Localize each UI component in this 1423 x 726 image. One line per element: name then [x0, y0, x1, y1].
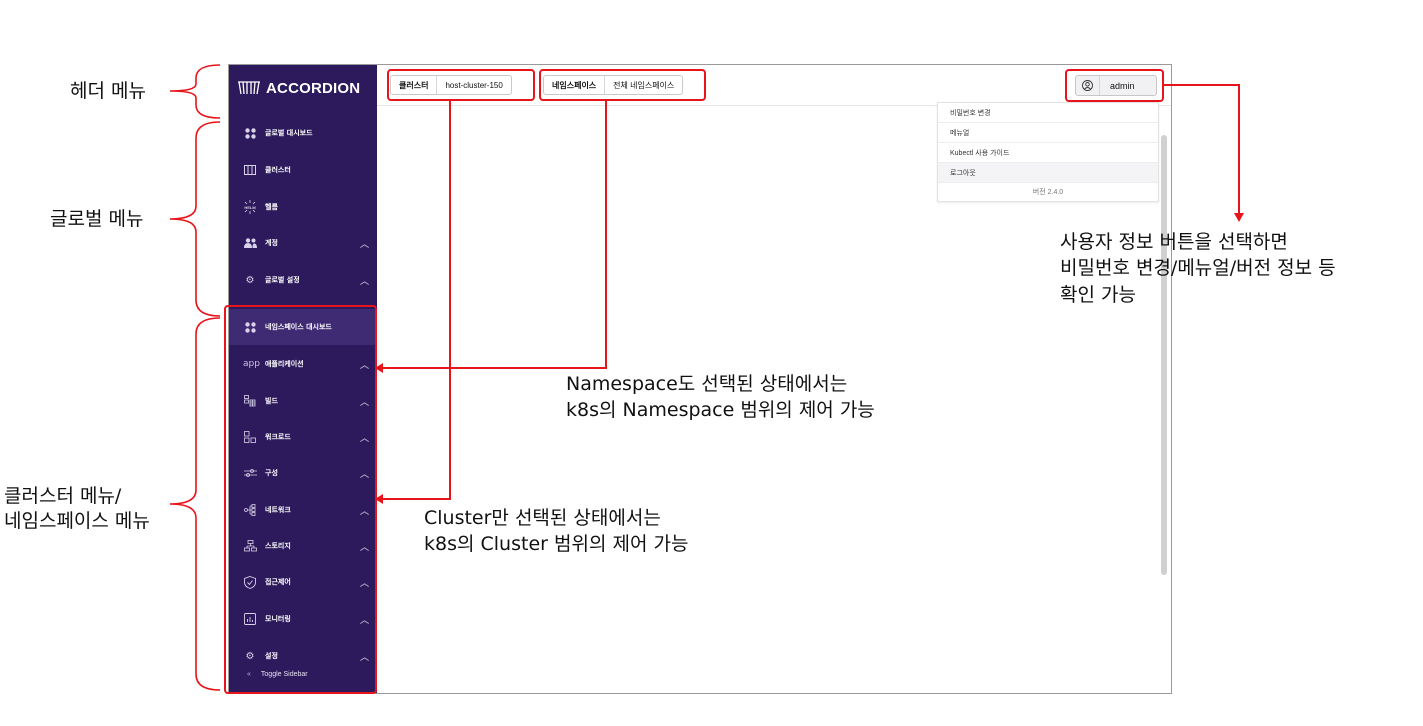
arrow-left-icon [375, 494, 383, 504]
scrollbar[interactable] [1161, 135, 1167, 575]
logo-text: ACCORDION [266, 79, 361, 97]
annotation-header-menu: 헤더 메뉴 [70, 80, 146, 102]
annotation-cluster-ns-menu-2: 네임스페이스 메뉴 [4, 510, 150, 532]
annotation-user-info-1: 사용자 정보 버튼을 선택하면 [1060, 231, 1288, 253]
annotation-box-cluster-ns-menu [224, 305, 377, 694]
menu-item-manual[interactable]: 메뉴얼 [938, 123, 1158, 143]
annotation-global-menu: 글로벌 메뉴 [50, 208, 144, 230]
menu-item-change-password[interactable]: 비밀번호 변경 [938, 103, 1158, 123]
annotation-user-info-3: 확인 가능 [1060, 284, 1136, 306]
annotation-box-cluster-selector [387, 69, 535, 101]
connector-line [605, 101, 607, 369]
connector-line [382, 367, 607, 369]
arrow-down-icon [1234, 213, 1244, 222]
helm-icon: HELM [243, 200, 257, 214]
connector-line [449, 101, 451, 500]
menu-item-kubectl-guide[interactable]: Kubectl 사용 가이드 [938, 143, 1158, 163]
users-icon [243, 236, 257, 250]
annotation-box-namespace-selector [539, 69, 706, 101]
connector-line [382, 498, 451, 500]
sidebar-item-label: 글로벌 대시보드 [265, 129, 313, 137]
chevron-up-icon: ︿ [359, 239, 369, 250]
logo[interactable]: ACCORDION [229, 65, 377, 111]
annotation-cluster-note-2: k8s의 Cluster 범위의 제어 가능 [424, 533, 689, 555]
sidebar-item-label: 클러스터 [265, 166, 291, 174]
dashboard-icon [243, 126, 257, 140]
connector-line [1238, 84, 1240, 214]
menu-item-logout[interactable]: 로그아웃 [938, 163, 1158, 183]
sidebar-item-label: 글로벌 설정 [265, 276, 300, 284]
cluster-icon [243, 163, 257, 177]
chevron-up-icon: ︿ [359, 276, 369, 287]
sidebar-item-global-settings[interactable]: ⚙ 글로벌 설정 ︿ [229, 269, 377, 291]
annotation-namespace-note-2: k8s의 Namespace 범위의 제어 가능 [566, 399, 875, 421]
svg-text:HELM: HELM [244, 205, 256, 210]
annotation-box-user-button [1065, 69, 1164, 102]
connector-line [1164, 84, 1240, 86]
annotation-cluster-note-1: Cluster만 선택된 상태에서는 [424, 507, 661, 529]
sidebar-item-label: 계정 [265, 239, 278, 247]
sidebar-item-helm[interactable]: HELM 헬름 [229, 196, 377, 218]
annotation-braces [169, 64, 221, 691]
sidebar-item-label: 헬름 [265, 203, 278, 211]
annotation-cluster-ns-menu-1: 클러스터 메뉴/ [4, 485, 122, 507]
sidebar-item-account[interactable]: 계정 ︿ [229, 232, 377, 254]
arrow-left-icon [375, 363, 383, 373]
annotation-user-info-2: 비밀번호 변경/메뉴얼/버전 정보 등 [1060, 257, 1336, 279]
version-text: 버전 2.4.0 [1032, 189, 1064, 196]
accordion-logo-icon [238, 81, 260, 95]
sidebar-item-global-dashboard[interactable]: 글로벌 대시보드 [229, 122, 377, 144]
annotation-namespace-note-1: Namespace도 선택된 상태에서는 [566, 373, 848, 395]
gear-icon: ⚙ [245, 274, 255, 286]
sidebar-item-cluster[interactable]: 클러스터 [229, 159, 377, 181]
user-dropdown-menu: 비밀번호 변경 메뉴얼 Kubectl 사용 가이드 로그아웃 버전 2.4.0 [937, 102, 1159, 202]
